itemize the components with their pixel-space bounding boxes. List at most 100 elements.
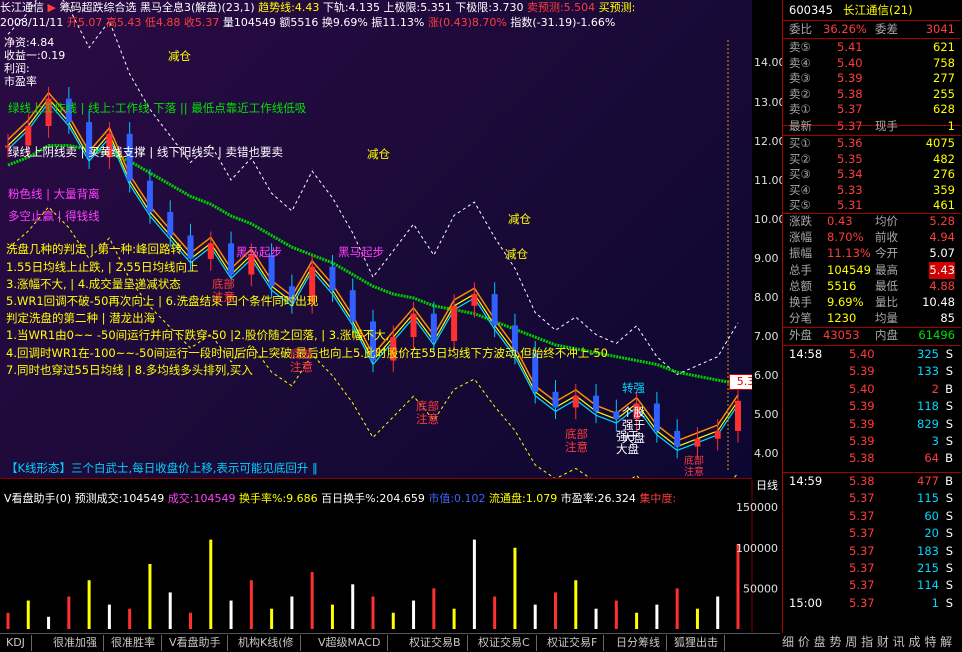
- tab-7[interactable]: 权证交易C: [472, 635, 537, 651]
- candle-body: [552, 391, 559, 408]
- quote-panel: 600345 长江通信(21) 委比 36.26% 委差 3041 卖⑤ 5.41…: [782, 0, 962, 651]
- outer-label: 外盘: [789, 328, 812, 342]
- tab-1[interactable]: 很准加强: [47, 635, 104, 651]
- tick-cell: B: [945, 474, 953, 488]
- stat-cell: 换手: [789, 295, 812, 309]
- volume-bar: [513, 547, 517, 629]
- price-tick: 12.00: [754, 134, 786, 148]
- bar-amplitude: 振11.13%: [371, 16, 425, 29]
- commission-ratio-row: 委比 36.26% 委差 3041: [783, 21, 961, 38]
- volume-bar: [554, 592, 557, 629]
- bar-date: 2008/11/11: [0, 16, 64, 29]
- tab-6[interactable]: 权证交易B: [403, 635, 468, 651]
- tab-5[interactable]: V超级MACD: [312, 635, 388, 651]
- level-volume: 4075: [925, 136, 955, 150]
- level-price: 5.36: [837, 136, 863, 150]
- volume-bar: [148, 564, 152, 629]
- tab-9[interactable]: 日分筹线: [610, 635, 667, 651]
- annotation-line-b1: 洗盘几种的判定 | 第一种:峰回路转: [6, 242, 183, 256]
- price-tick: 9.00: [754, 251, 779, 265]
- tab-2[interactable]: 很准胜率: [105, 635, 162, 651]
- tick-cell: 20: [924, 526, 939, 541]
- tick-cell: S: [945, 526, 953, 541]
- stat-cell: 量比: [875, 295, 898, 309]
- candle-body: [694, 438, 701, 447]
- volume-svg: 150000 100000 50000: [6, 479, 778, 634]
- stock-code: 600345: [789, 3, 833, 17]
- level-price: 5.34: [837, 167, 863, 182]
- candle-body: [207, 243, 214, 259]
- tick-cell: 5.38: [849, 451, 875, 466]
- tick-cell: 5.37: [849, 491, 875, 506]
- tick-row: 5.39 133 S: [783, 363, 961, 379]
- annotation-line-b4: 5.WR1回调不破-50再次向上 | 6.洗盘结束 四个条件同时出现: [6, 294, 319, 308]
- pe-ratio: 市盈率: [4, 75, 37, 88]
- stat-cell: 1230: [827, 311, 857, 326]
- stat-cell: 最低: [875, 278, 898, 293]
- label-turn-strong: 转强: [622, 381, 645, 395]
- stat-cell: 均价: [875, 214, 898, 228]
- tick-cell: 5.39: [849, 434, 875, 448]
- tick-cell: 5.40: [849, 347, 875, 361]
- stat-row: 振幅 11.13% 今开 5.07: [783, 245, 961, 262]
- stat-row: 分笔 1230 均量 85: [783, 310, 961, 327]
- label-bottom-5: 底部注意: [684, 456, 704, 478]
- tab-3[interactable]: V看盘助手: [163, 635, 228, 651]
- volume-panel[interactable]: V看盘助手(0) 预测成交:104549 成交:104549 换手率%:9.68…: [0, 478, 778, 634]
- bar-turnover: 换9.69%: [321, 16, 368, 29]
- volume-bar: [472, 539, 476, 629]
- stat-cell: 最高: [875, 262, 898, 277]
- lower-limit-value: 下极限:3.730: [455, 1, 524, 14]
- label-bottom-2: 底部注意: [290, 347, 313, 374]
- tab-8[interactable]: 权证交易F: [541, 635, 605, 651]
- tab-0[interactable]: KDJ: [0, 635, 32, 651]
- candle-body: [593, 395, 600, 412]
- tick-cell: 133: [917, 364, 939, 379]
- tick-cell: B: [945, 381, 953, 396]
- volume-bar: [107, 604, 111, 629]
- quote-level: 买① 5.36 4075: [783, 135, 961, 152]
- quote-level: 卖④ 5.40 758: [783, 55, 961, 72]
- quote-bottom-bar[interactable]: 细 价 盘 势 周 指 财 讯 成 特 解: [782, 633, 962, 651]
- quote-level: 买③ 5.34 276: [783, 166, 961, 183]
- stat-cell: 10.48: [922, 295, 955, 309]
- tick-cell: S: [945, 491, 953, 506]
- volume-bar: [736, 544, 740, 629]
- stat-cell: 8.70%: [827, 230, 864, 245]
- candle-body: [410, 313, 417, 338]
- label-stronger-2: 强于大盘: [616, 429, 639, 456]
- tab-10[interactable]: 狐狸出击: [668, 635, 725, 651]
- price-tick: 11.00: [754, 173, 786, 187]
- label-reduce-3: 减仓: [508, 212, 531, 226]
- last-label: 最新: [789, 119, 812, 133]
- level-label: 买④: [789, 182, 811, 197]
- left-stats: 净资:4.84 收益一:0.19 利润: 市盈率: [4, 36, 65, 88]
- tick-row: 15:00 5.37 1 S: [783, 595, 961, 611]
- volume-bar: [87, 580, 91, 629]
- tab-4[interactable]: 机构K线(修: [232, 635, 301, 651]
- stat-cell: 今开: [875, 246, 898, 261]
- price-tick: 13.00: [754, 95, 786, 109]
- stat-cell: 0.43: [827, 214, 853, 228]
- label-bottom-4: 底部注意: [565, 427, 588, 454]
- tick-cell: 5.39: [849, 399, 875, 414]
- candle-body: [228, 243, 235, 275]
- volume-bar: [371, 596, 375, 629]
- price-axis-labels: 14.00 13.00 12.00 11.00 10.00 9.00 8.00 7.00 6.0…: [752, 0, 786, 478]
- main-kline-chart[interactable]: 长江通信 ▶ 筹码超跌综合选 黑马全息3(解盘)(23,1) 趋势线:4.43 …: [0, 0, 769, 478]
- level-label: 买⑤: [789, 198, 811, 213]
- volume-bar: [290, 596, 294, 629]
- label-darkhorse-2: 黑马起步: [236, 245, 282, 259]
- tick-cell: 5.38: [849, 474, 875, 488]
- annotation-line-a2: 绿线上阴线卖 | 买黄线支撑 | 线下阳线买 | 卖错也要卖: [8, 145, 284, 159]
- level-label: 卖⑤: [789, 40, 811, 54]
- stat-cell: 前收: [875, 230, 898, 245]
- tick-cell: S: [945, 543, 953, 558]
- volume-bar: [655, 604, 659, 629]
- tick-cell: 5.37: [849, 526, 875, 541]
- volume-bar: [351, 584, 355, 629]
- price-tick: 14.00: [754, 56, 786, 70]
- tick-cell: 5.37: [849, 595, 875, 610]
- candle-body: [25, 126, 32, 146]
- candle-body: [613, 411, 620, 420]
